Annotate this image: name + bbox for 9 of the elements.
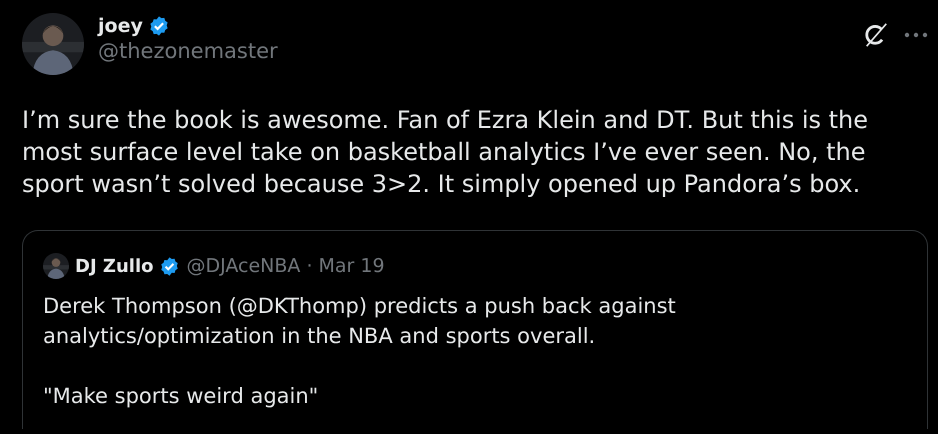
author-name[interactable]: joey <box>98 15 143 37</box>
tweet-text: I’m sure the book is awesome. Fan of Ezra Klein and DT. But this is the most surface level take on basketball analytics I’ve ever seen. No, the sport wasn’t solved because 3>2. It simply opened up Pandora’s box. <box>22 105 870 200</box>
more-icon[interactable] <box>904 31 928 39</box>
author-handle: @DJAceNBA <box>186 255 300 277</box>
author-handle[interactable]: @thezonemaster <box>98 39 278 63</box>
tweet-date: · Mar 19 <box>306 255 385 277</box>
quoted-text: "Make sports weird again" <box>43 383 320 410</box>
quoted-text: Derek Thompson (@DKThomp) predicts a push back against analytics/optimization in the NBA and sports overall. <box>43 293 677 350</box>
author-name: DJ Zullo <box>75 256 154 276</box>
